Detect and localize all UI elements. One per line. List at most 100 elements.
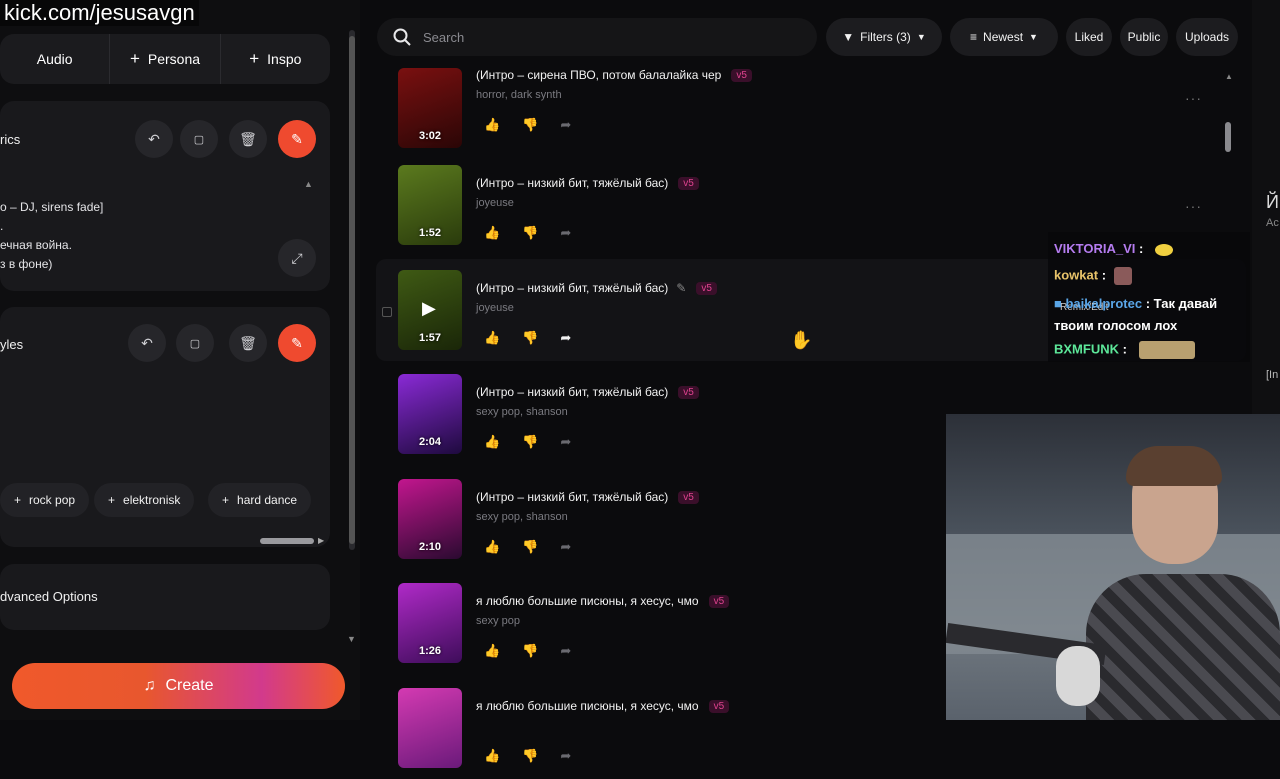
song-tags[interactable]: joyeuse	[476, 197, 514, 209]
chat-message: ■ baikalprotec : Так давай твоим голосом…	[1054, 296, 1218, 333]
thumbs-down-icon[interactable]: 👎	[522, 748, 538, 764]
advanced-options[interactable]: dvanced Options	[0, 564, 330, 630]
song-title[interactable]: (Интро – низкий бит, тяжёлый бас) v5	[476, 176, 699, 191]
share-icon[interactable]: ➦	[560, 539, 571, 555]
chip-label: elektronisk	[123, 493, 181, 507]
lyrics-line[interactable]: .	[0, 219, 3, 233]
share-icon[interactable]: ➦	[560, 117, 571, 133]
expand-icon[interactable]: ⤢	[278, 239, 316, 277]
more-options-icon[interactable]: ···	[1185, 198, 1202, 214]
copy-icon[interactable]: ▢	[180, 120, 218, 158]
song-duration: 3:02	[418, 130, 442, 142]
lyrics-line[interactable]: ечная война.	[0, 238, 72, 252]
scroll-up-icon[interactable]: ▲	[304, 179, 313, 189]
play-icon[interactable]: ▶	[422, 298, 436, 319]
magic-wand-icon[interactable]: ✎	[278, 324, 316, 362]
tab-audio[interactable]: Audio	[0, 34, 111, 84]
song-title-text: (Интро – низкий бит, тяжёлый бас)	[476, 281, 669, 295]
song-title-text: (Интро – сирена ПВО, потом балалайка чер	[476, 68, 722, 82]
hand-cursor-icon: ✋	[790, 330, 813, 350]
thumbs-up-icon[interactable]: 👍	[484, 117, 500, 133]
thumbs-up-icon[interactable]: 👍	[484, 748, 500, 764]
thumbs-down-icon[interactable]: 👎	[522, 643, 538, 659]
thumbs-up-icon[interactable]: 👍	[484, 225, 500, 241]
chips-scrollbar[interactable]	[260, 538, 314, 544]
undo-icon[interactable]: ↶	[135, 120, 173, 158]
song-cover[interactable]: ▶ 1:57	[398, 270, 462, 350]
room-wall	[946, 414, 1280, 534]
scroll-down-icon[interactable]: ▼	[347, 634, 356, 644]
song-row[interactable]: 3:02 (Интро – сирена ПВО, потом балалайка…	[376, 50, 1246, 152]
chat-message: VIKTORIA_VI :	[1054, 241, 1173, 256]
song-title[interactable]: (Интро – низкий бит, тяжёлый бас) v5	[476, 385, 699, 400]
version-badge: v5	[678, 386, 699, 400]
magic-wand-icon[interactable]: ✎	[278, 120, 316, 158]
song-cover[interactable]: 1:26	[398, 583, 462, 663]
song-title[interactable]: (Интро – низкий бит, тяжёлый бас) ✎ v5	[476, 281, 717, 296]
chat-username: BXMFUNK	[1054, 341, 1119, 357]
thumbs-up-icon[interactable]: 👍	[484, 434, 500, 450]
thumbs-down-icon[interactable]: 👎	[522, 330, 538, 346]
lyrics-line[interactable]: o – DJ, sirens fade]	[0, 200, 103, 214]
song-cover[interactable]: 2:04	[398, 374, 462, 454]
cube-icon: ■	[1054, 296, 1062, 311]
uploads-label: Uploads	[1184, 30, 1230, 44]
style-chip[interactable]: + elektronisk	[94, 483, 195, 517]
share-icon[interactable]: ➦	[560, 434, 571, 450]
lyrics-line[interactable]: з в фоне)	[0, 257, 52, 271]
scroll-right-icon[interactable]: ▶	[318, 536, 324, 545]
thumbs-up-icon[interactable]: 👍	[484, 643, 500, 659]
chip-label: rock pop	[29, 493, 76, 507]
microphone	[1056, 646, 1100, 706]
create-button[interactable]: ♫ Create	[12, 663, 345, 709]
song-cover[interactable]	[398, 688, 462, 768]
song-cover[interactable]: 3:02	[398, 68, 462, 148]
styles-title: yles	[0, 337, 24, 352]
song-tags[interactable]: horror, dark synth	[476, 89, 562, 101]
share-icon[interactable]: ➦	[560, 748, 571, 764]
tab-audio-label: Audio	[36, 51, 73, 67]
tab-inspo[interactable]: + Inspo	[221, 34, 330, 84]
song-title[interactable]: (Интро – низкий бит, тяжёлый бас) v5	[476, 490, 699, 505]
share-icon[interactable]: ➦	[560, 225, 571, 241]
share-icon[interactable]: ➦	[560, 643, 571, 659]
tab-persona[interactable]: + Persona	[110, 34, 221, 84]
song-list-scrollbar[interactable]	[1225, 122, 1231, 152]
song-title[interactable]: (Интро – сирена ПВО, потом балалайка чер…	[476, 68, 752, 83]
version-badge: v5	[696, 282, 717, 296]
edit-pencil-icon[interactable]: ✎	[676, 281, 686, 295]
trash-icon[interactable]: 🗑	[229, 120, 267, 158]
style-chip[interactable]: + hard dance	[208, 483, 312, 517]
scroll-up-icon[interactable]: ▲	[1225, 72, 1233, 81]
more-options-icon[interactable]: ···	[1185, 90, 1202, 106]
emote-icon	[1154, 243, 1173, 256]
copy-icon[interactable]: ▢	[176, 324, 214, 362]
song-tags[interactable]: sexy pop, shanson	[476, 511, 568, 523]
song-actions: 👍 👎 ➦	[484, 434, 571, 450]
thumbs-down-icon[interactable]: 👎	[522, 225, 538, 241]
song-title-text: я люблю большие писюны, я хесус, чмо	[476, 594, 699, 608]
thumbs-up-icon[interactable]: 👍	[484, 330, 500, 346]
tab-persona-label: Persona	[147, 51, 201, 67]
select-checkbox[interactable]	[382, 307, 392, 317]
song-tags[interactable]: joyeuse	[476, 302, 514, 314]
song-tags[interactable]: sexy pop	[476, 615, 520, 627]
search-input[interactable]	[421, 28, 785, 46]
song-cover[interactable]: 2:10	[398, 479, 462, 559]
thumbs-down-icon[interactable]: 👎	[522, 539, 538, 555]
song-title[interactable]: я люблю большие писюны, я хесус, чмо v5	[476, 594, 730, 609]
share-icon[interactable]: ➦	[560, 330, 571, 346]
left-scrollbar-thumb[interactable]	[349, 36, 355, 544]
advanced-options-label: dvanced Options	[0, 589, 98, 604]
thumbs-up-icon[interactable]: 👍	[484, 539, 500, 555]
song-title[interactable]: я люблю большие писюны, я хесус, чмо v5	[476, 699, 730, 714]
thumbs-down-icon[interactable]: 👎	[522, 117, 538, 133]
undo-icon[interactable]: ↶	[128, 324, 166, 362]
trash-icon[interactable]: 🗑	[229, 324, 267, 362]
song-tags[interactable]: sexy pop, shanson	[476, 406, 568, 418]
style-chip[interactable]: + rock pop	[0, 483, 90, 517]
thumbs-down-icon[interactable]: 👎	[522, 434, 538, 450]
chat-overlay: Remix/Edit VIKTORIA_VI : kowkat : ■ baik…	[1048, 232, 1250, 362]
song-cover[interactable]: 1:52	[398, 165, 462, 245]
chat-username: baikalprotec	[1065, 296, 1143, 311]
